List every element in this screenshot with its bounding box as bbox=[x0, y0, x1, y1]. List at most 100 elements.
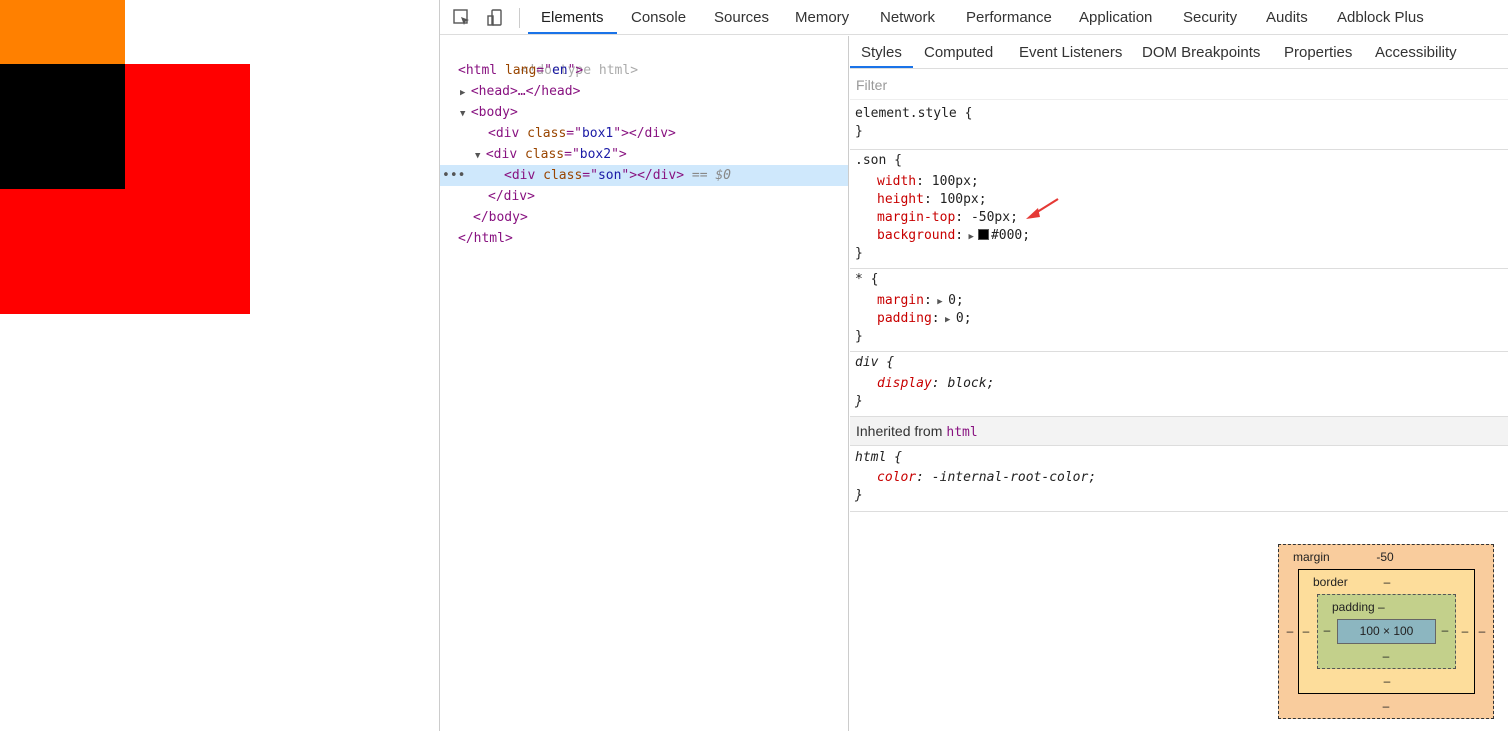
expand-triangle-icon[interactable]: ▶ bbox=[963, 232, 974, 242]
tab-elements[interactable]: Elements bbox=[528, 0, 617, 34]
page-viewport bbox=[0, 0, 440, 731]
tab-console[interactable]: Console bbox=[631, 0, 686, 34]
box-model-content[interactable]: 100 × 100 bbox=[1337, 619, 1436, 644]
tab-computed[interactable]: Computed bbox=[924, 36, 993, 68]
selected-marker: == $0 bbox=[691, 168, 732, 183]
dom-node-doctype[interactable]: <!doctype html> bbox=[440, 39, 848, 78]
box1-element[interactable] bbox=[0, 0, 125, 64]
rule-close-brace: } bbox=[855, 488, 863, 503]
rule-selector[interactable]: element.style { bbox=[855, 105, 972, 123]
expand-triangle-icon[interactable]: ▶ bbox=[460, 88, 471, 98]
rule-close-brace: } bbox=[855, 394, 863, 409]
dom-node-box1[interactable]: <div class="box1"></div> bbox=[440, 123, 848, 144]
tab-performance[interactable]: Performance bbox=[966, 0, 1052, 34]
tab-application[interactable]: Application bbox=[1079, 0, 1152, 34]
tab-memory[interactable]: Memory bbox=[795, 0, 849, 34]
son-element[interactable] bbox=[0, 64, 125, 189]
css-property[interactable]: background: ▶ #000; bbox=[877, 227, 1030, 245]
attr-eq: =" bbox=[582, 168, 598, 183]
rule-selector[interactable]: html { bbox=[855, 449, 902, 467]
rule-selector[interactable]: div { bbox=[855, 354, 894, 372]
margin-right-value[interactable]: – bbox=[1472, 624, 1492, 638]
rule-html-useragent: html { color: -internal-root-color; } bbox=[850, 447, 1508, 512]
margin-bottom-value[interactable]: – bbox=[1376, 699, 1396, 713]
annotation-arrow-icon bbox=[1026, 198, 1059, 219]
dom-node-body-close[interactable]: </body> bbox=[440, 207, 848, 228]
css-property[interactable]: margin: ▶ 0; bbox=[877, 292, 964, 310]
dom-node-box2-close[interactable]: </div> bbox=[440, 186, 848, 207]
dom-node-box2[interactable]: ▼ <div class="box2"> bbox=[440, 144, 848, 165]
dom-node-html-close[interactable]: </html> bbox=[440, 228, 848, 249]
expand-triangle-icon[interactable]: ▶ bbox=[940, 315, 956, 325]
tab-sources[interactable]: Sources bbox=[714, 0, 769, 34]
close-tag-text: </html> bbox=[458, 231, 513, 246]
tab-dom-breakpoints[interactable]: DOM Breakpoints bbox=[1142, 36, 1260, 68]
css-property[interactable]: height: 100px; bbox=[877, 191, 987, 209]
inspect-element-icon[interactable] bbox=[452, 8, 472, 28]
rule-selector[interactable]: * { bbox=[855, 271, 878, 289]
padding-left-value[interactable]: – bbox=[1317, 623, 1337, 637]
css-property[interactable]: color: -internal-root-color; bbox=[877, 469, 1096, 487]
border-top-value[interactable]: – bbox=[1377, 575, 1397, 589]
rule-close-brace: } bbox=[855, 124, 863, 139]
device-toolbar-icon[interactable] bbox=[485, 8, 505, 28]
styles-pane: Styles Computed Event Listeners DOM Brea… bbox=[850, 36, 1508, 731]
css-property[interactable]: padding: ▶ 0; bbox=[877, 310, 972, 328]
box-model-margin[interactable]: margin -50 – – – border – – – – padding … bbox=[1278, 544, 1494, 719]
close-tag-text: </div> bbox=[488, 189, 535, 204]
attr-value: son bbox=[597, 168, 622, 183]
collapse-triangle-icon[interactable]: ▼ bbox=[475, 151, 486, 161]
expand-triangle-icon[interactable]: ▶ bbox=[932, 297, 948, 307]
tab-network[interactable]: Network bbox=[880, 0, 935, 34]
border-left-value[interactable]: – bbox=[1296, 624, 1316, 638]
attr-name: class bbox=[527, 126, 567, 141]
collapse-triangle-icon[interactable]: ▼ bbox=[460, 109, 471, 119]
tab-styles[interactable]: Styles bbox=[850, 36, 913, 68]
color-swatch[interactable] bbox=[977, 229, 989, 240]
padding-right-value[interactable]: – bbox=[1435, 623, 1455, 637]
close-tag-text: </body> bbox=[473, 210, 528, 225]
tab-audits[interactable]: Audits bbox=[1266, 0, 1308, 34]
tag-open: < bbox=[488, 126, 496, 141]
tag-open: < bbox=[458, 63, 466, 78]
more-options-icon[interactable]: ••• bbox=[442, 165, 465, 186]
dom-node-body[interactable]: ▼ <body> bbox=[440, 102, 848, 123]
inherited-tag-link[interactable]: html bbox=[946, 425, 977, 440]
border-right-value[interactable]: – bbox=[1455, 624, 1475, 638]
toolbar-divider bbox=[519, 8, 520, 28]
filter-input[interactable] bbox=[856, 75, 1456, 95]
devtools-panel: Elements Console Sources Memory Network … bbox=[439, 0, 1508, 731]
padding-bottom-value[interactable]: – bbox=[1376, 649, 1396, 663]
rule-selector[interactable]: .son { bbox=[855, 152, 902, 170]
body-open-text: <body> bbox=[470, 105, 518, 120]
tag-name: div bbox=[495, 126, 520, 141]
css-property[interactable]: width: 100px; bbox=[877, 173, 979, 191]
tag-end: "> bbox=[611, 147, 627, 162]
tag-end: "> bbox=[567, 63, 584, 78]
attr-value: box1 bbox=[581, 126, 614, 141]
dom-node-head[interactable]: ▶ <head>…</head> bbox=[440, 81, 848, 102]
rule-element-style: element.style { } bbox=[850, 101, 1508, 150]
box-model-border[interactable]: border – – – – padding – – – – 100 × 100 bbox=[1298, 569, 1475, 694]
border-bottom-value[interactable]: – bbox=[1377, 674, 1397, 688]
tab-properties[interactable]: Properties bbox=[1284, 36, 1352, 68]
attr-eq: =" bbox=[536, 63, 552, 78]
head-text: <head>…</head> bbox=[470, 84, 581, 99]
tab-event-listeners[interactable]: Event Listeners bbox=[1019, 36, 1122, 68]
margin-top-value[interactable]: -50 bbox=[1367, 550, 1403, 564]
dom-tree: <!doctype html> <html lang="en"> ▶ <head… bbox=[440, 36, 849, 731]
attr-name: class bbox=[524, 147, 565, 162]
dom-node-html[interactable]: <html lang="en"> bbox=[440, 60, 848, 81]
tag-open: < bbox=[485, 147, 494, 162]
tab-accessibility[interactable]: Accessibility bbox=[1375, 36, 1457, 68]
attr-name: lang bbox=[504, 63, 537, 78]
rule-universal: * { margin: ▶ 0; padding: ▶ 0; } bbox=[850, 269, 1508, 352]
tab-security[interactable]: Security bbox=[1183, 0, 1237, 34]
css-property-margin-top[interactable]: margin-top: -50px; bbox=[877, 209, 1018, 227]
dom-node-son[interactable]: ••• <div class="son"></div> == $0 bbox=[440, 165, 848, 186]
tab-adblock-plus[interactable]: Adblock Plus bbox=[1337, 0, 1424, 34]
css-property[interactable]: display: block; bbox=[877, 375, 994, 393]
tag-name: div bbox=[493, 147, 518, 162]
box-model-padding[interactable]: padding – – – – 100 × 100 bbox=[1317, 594, 1456, 669]
rule-close-brace: } bbox=[855, 329, 863, 344]
